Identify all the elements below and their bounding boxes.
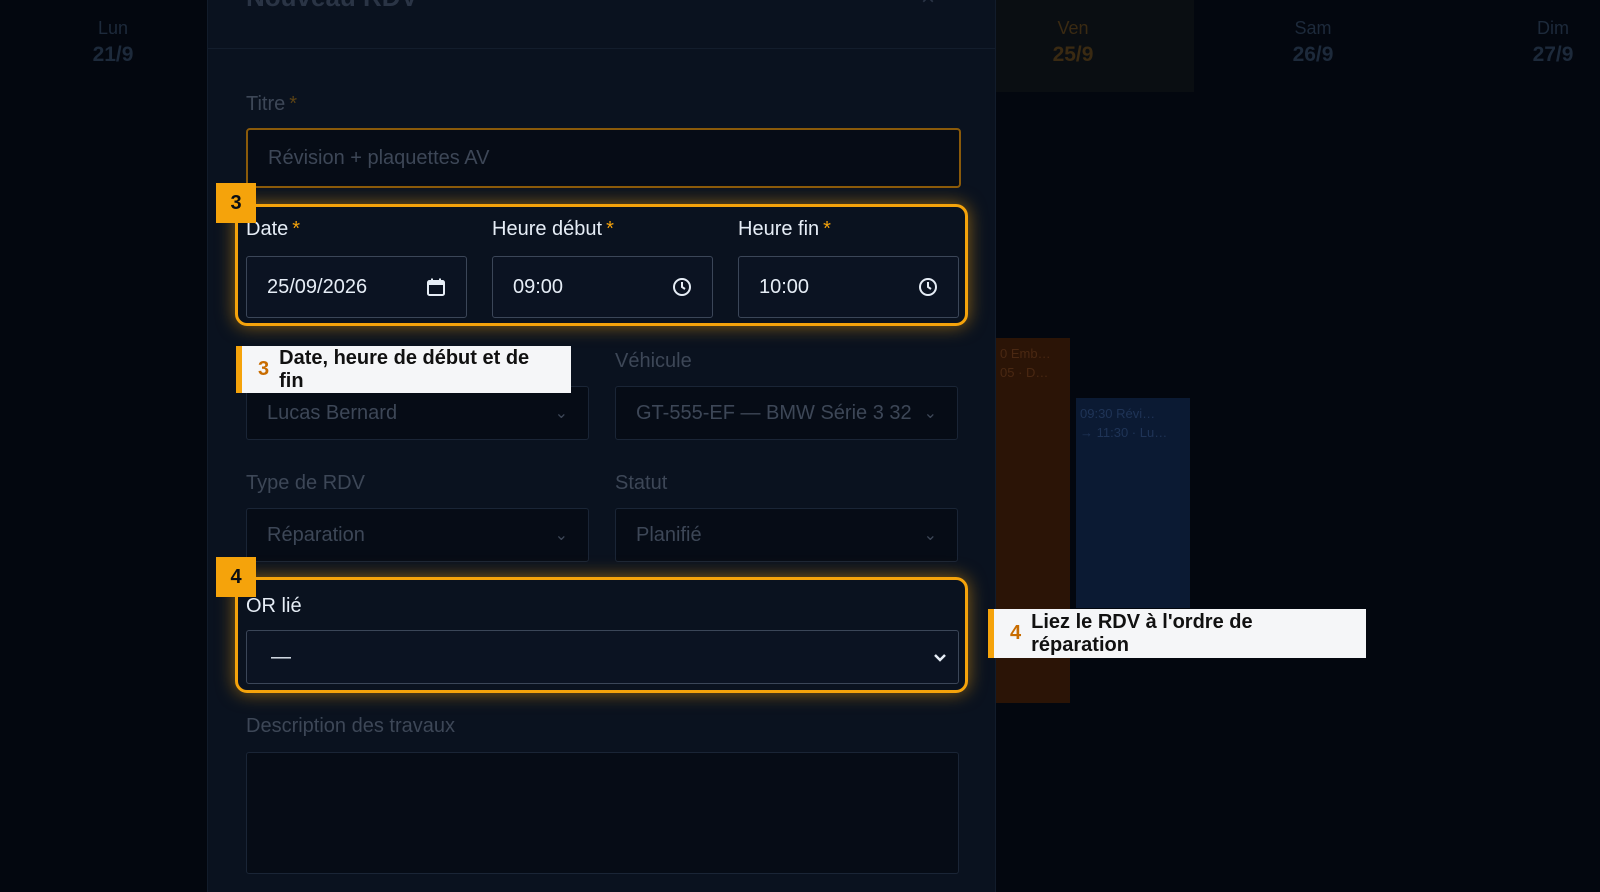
statut-select[interactable]: Planifié ⌄	[615, 508, 958, 562]
day-date: 25/9	[1052, 43, 1094, 66]
titre-value: Révision + plaquettes AV	[268, 146, 490, 169]
event-title: 0 Emb…	[1000, 346, 1051, 361]
calendar-day-header: Dim 27/9	[1493, 18, 1600, 67]
vehicule-select[interactable]: GT-555-EF — BMW Série 3 32 ⌄	[615, 386, 958, 440]
or-lie-select[interactable]: —	[246, 630, 959, 684]
client-select[interactable]: Lucas Bernard ⌄	[246, 386, 589, 440]
type-rdv-value: Réparation	[267, 523, 365, 546]
required-marker: *	[823, 218, 831, 240]
day-name: Sam	[1294, 18, 1332, 38]
or-lie-label: OR lié	[246, 595, 302, 617]
callout-number: 4	[1010, 622, 1022, 644]
step-badge-3: 3	[216, 183, 256, 223]
heure-debut-value: 09:00	[513, 275, 564, 298]
description-label: Description des travaux	[246, 715, 455, 737]
event-title: 09:30 Révi…	[1080, 406, 1156, 421]
calendar-day-header: Ven 25/9	[1013, 18, 1133, 67]
chevron-down-icon: ⌄	[554, 527, 568, 544]
event-time: 05 · D…	[1000, 365, 1049, 380]
type-rdv-select[interactable]: Réparation ⌄	[246, 508, 589, 562]
heure-fin-value: 10:00	[759, 275, 810, 298]
step-badge-4: 4	[216, 557, 256, 597]
day-name: Ven	[1057, 18, 1089, 38]
day-date: 21/9	[92, 43, 134, 66]
calendar-icon[interactable]	[426, 277, 446, 297]
calendar-day-header: Lun 21/9	[53, 18, 173, 67]
day-name: Lun	[97, 18, 129, 38]
clock-icon[interactable]	[672, 277, 692, 297]
type-rdv-label: Type de RDV	[246, 472, 365, 494]
chevron-down-icon: ⌄	[923, 527, 937, 544]
event-time: → 11:30 · Lu…	[1080, 425, 1168, 440]
titre-label: Titre *	[246, 93, 297, 116]
required-marker: *	[606, 218, 614, 240]
vehicule-label: Véhicule	[615, 350, 692, 372]
heure-debut-label-text: Heure début	[492, 218, 603, 240]
day-name: Dim	[1537, 18, 1569, 38]
required-marker: *	[289, 93, 298, 115]
vehicule-value: GT-555-EF — BMW Série 3 32	[636, 401, 912, 424]
heure-debut-label: Heure début *	[492, 218, 614, 241]
date-value: 25/09/2026	[267, 275, 368, 298]
description-textarea[interactable]	[246, 752, 959, 874]
titre-input[interactable]: Révision + plaquettes AV	[246, 128, 961, 188]
modal-title: Nouveau RDV	[246, 0, 418, 13]
statut-value: Planifié	[636, 523, 702, 546]
callout-text: Date, heure de début et de fin	[279, 346, 530, 392]
day-date: 27/9	[1532, 43, 1574, 66]
callout-text: Liez le RDV à l'ordre de réparation	[1031, 610, 1253, 656]
close-icon[interactable]: ×	[921, 0, 935, 12]
heure-debut-input[interactable]: 09:00	[492, 256, 713, 318]
heure-fin-label: Heure fin *	[738, 218, 831, 241]
required-marker: *	[292, 218, 301, 240]
titre-label-text: Titre	[246, 93, 286, 115]
callout-step-4: 4 Liez le RDV à l'ordre de réparation	[988, 609, 1366, 658]
chevron-down-icon: ⌄	[923, 405, 937, 422]
calendar-event[interactable]: 09:30 Révi… → 11:30 · Lu…	[1076, 398, 1190, 608]
chevron-down-icon	[932, 649, 948, 665]
heure-fin-input[interactable]: 10:00	[738, 256, 959, 318]
callout-number: 3	[258, 358, 270, 380]
day-date: 26/9	[1292, 43, 1334, 66]
or-lie-value: —	[271, 645, 291, 668]
new-appointment-modal: Nouveau RDV × Titre* Révision + plaquett…	[207, 0, 996, 892]
calendar-day-header: Sam 26/9	[1253, 18, 1373, 67]
date-input[interactable]: 25/09/2026	[246, 256, 467, 318]
clock-icon[interactable]	[918, 277, 938, 297]
chevron-down-icon: ⌄	[554, 405, 568, 422]
client-value: Lucas Bernard	[267, 401, 398, 424]
heure-fin-label-text: Heure fin	[738, 218, 820, 240]
callout-step-3: 3 Date, heure de début et de fin	[236, 346, 571, 393]
statut-label: Statut	[615, 472, 668, 494]
modal-divider	[208, 48, 995, 49]
